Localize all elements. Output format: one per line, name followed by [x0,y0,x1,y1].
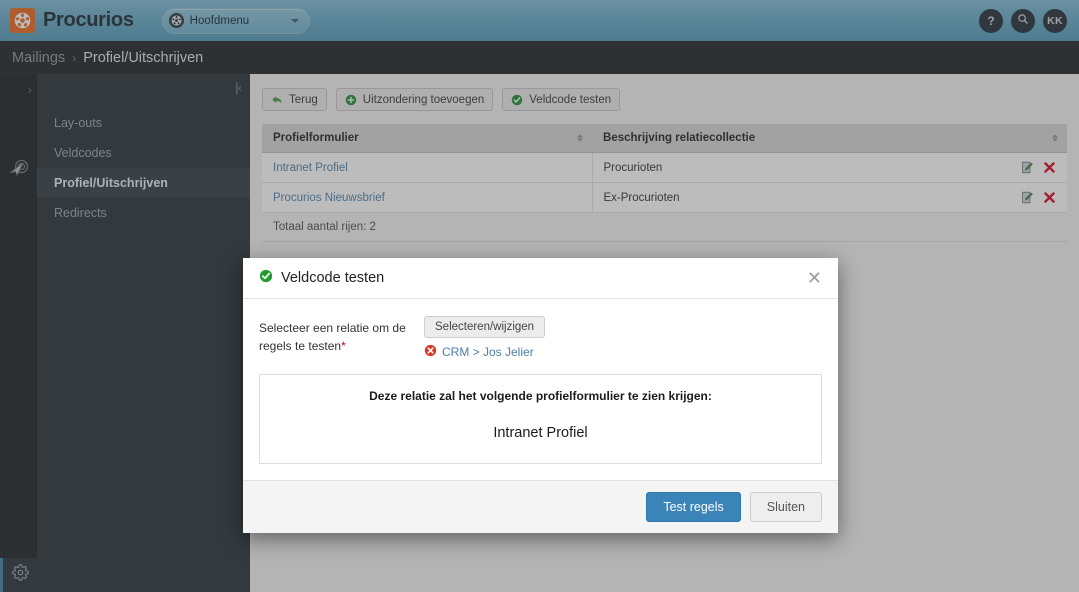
dialog-body: Selecteer een relatie om de regels te te… [243,299,838,480]
close-dialog-button[interactable]: Sluiten [749,492,822,522]
remove-relation-icon[interactable] [424,344,437,360]
dialog-header: Veldcode testen ✕ [243,258,838,299]
relation-field-control: Selecteren/wijzigen CRM > Jos Jelier [424,316,822,360]
relation-field-label-text: Selecteer een relatie om de regels te te… [259,321,406,353]
test-result-value: Intranet Profiel [493,425,588,441]
dialog-footer: Test regels Sluiten [243,480,838,533]
test-rules-button[interactable]: Test regels [646,492,741,522]
relation-field-label: Selecteer een relatie om de regels te te… [259,316,424,355]
check-circle-icon [259,269,273,288]
test-result-heading: Deze relatie zal het volgende profielfor… [369,389,712,403]
required-marker: * [341,339,346,353]
close-icon[interactable]: ✕ [807,269,822,287]
selected-relation: CRM > Jos Jelier [424,344,822,360]
test-fieldcode-dialog: Veldcode testen ✕ Selecteer een relatie … [243,258,838,533]
select-change-button[interactable]: Selecteren/wijzigen [424,316,546,338]
test-result-box: Deze relatie zal het volgende profielfor… [259,374,822,464]
dialog-title: Veldcode testen [281,270,385,286]
relation-link[interactable]: CRM > Jos Jelier [442,345,534,359]
relation-select-row: Selecteer een relatie om de regels te te… [259,316,822,360]
